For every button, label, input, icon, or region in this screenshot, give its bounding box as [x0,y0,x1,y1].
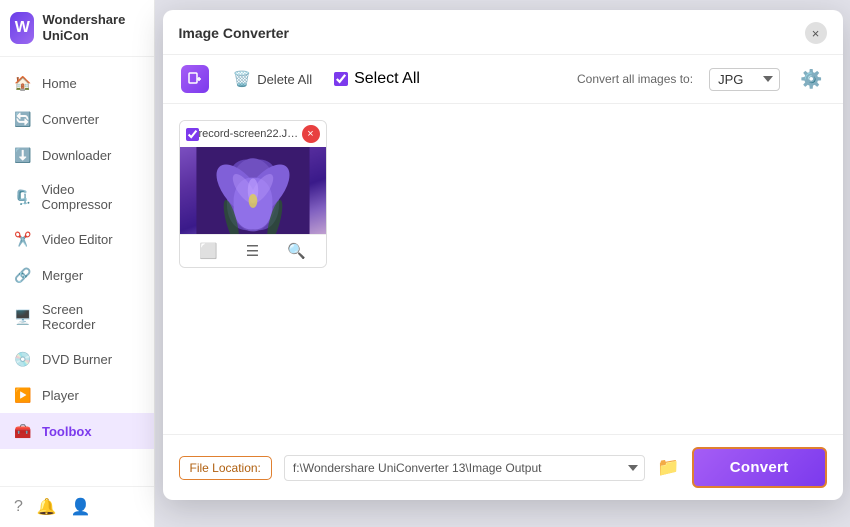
nav-label-dvd-burner: DVD Burner [42,352,112,367]
toolbox-icon: 🧰 [14,422,32,440]
select-all-row: Select All [334,70,420,88]
bell-icon[interactable]: 🔔 [37,497,57,517]
delete-all-button[interactable]: 🗑️ Delete All [227,66,319,92]
sidebar-item-video-editor[interactable]: ✂️ Video Editor [0,221,154,257]
sidebar-item-downloader[interactable]: ⬇️ Downloader [0,137,154,173]
dialog-toolbar: 🗑️ Delete All Select All Convert all ima… [163,55,843,104]
nav-label-screen-recorder: Screen Recorder [42,302,140,332]
settings-button[interactable]: ⚙️ [796,67,826,92]
dialog-overlay: Image Converter × 🗑️ Delete [155,0,850,527]
downloader-icon: ⬇️ [14,146,32,164]
logo-letter: W [15,19,30,37]
add-files-icon [181,65,209,93]
sidebar-item-toolbox[interactable]: 🧰 Toolbox [0,413,154,449]
nav-label-home: Home [42,76,77,91]
trash-icon: 🗑️ [233,70,252,88]
home-icon: 🏠 [14,74,32,92]
sidebar-item-home[interactable]: 🏠 Home [0,65,154,101]
sidebar-item-converter[interactable]: 🔄 Converter [0,101,154,137]
delete-all-label: Delete All [257,72,312,87]
account-icon[interactable]: 👤 [71,497,91,517]
app-logo: W [10,12,34,44]
merger-icon: 🔗 [14,266,32,284]
image-card-header: record-screen22.JPG × [180,121,326,147]
dialog: Image Converter × 🗑️ Delete [163,10,843,500]
nav-label-merger: Merger [42,268,83,283]
select-all-checkbox[interactable] [334,72,348,86]
sidebar-item-player[interactable]: ▶️ Player [0,377,154,413]
video-compressor-icon: 🗜️ [14,188,31,206]
card-actions: ⬜ ☰ 🔍 [180,234,326,267]
dialog-title: Image Converter [179,25,289,41]
main-content: Image Converter × 🗑️ Delete [155,0,850,527]
screen-recorder-icon: 🖥️ [14,308,32,326]
card-checkbox[interactable] [186,128,199,141]
card-image-area [180,147,326,234]
convert-all-label: Convert all images to: [577,72,693,86]
dialog-content: record-screen22.JPG × [163,104,843,434]
sidebar-nav: 🏠 Home 🔄 Converter ⬇️ Downloader 🗜️ Vide… [0,57,154,486]
nav-label-video-compressor: Video Compressor [41,182,140,212]
nav-label-video-editor: Video Editor [42,232,113,247]
convert-button[interactable]: Convert [692,447,827,488]
card-filename: record-screen22.JPG [199,128,302,140]
sidebar-footer: ? 🔔 👤 [0,486,154,527]
image-card: record-screen22.JPG × [179,120,327,268]
select-all-label: Select All [354,70,420,88]
add-files-button[interactable] [179,63,211,95]
card-crop-button[interactable]: ⬜ [193,240,224,262]
dialog-titlebar: Image Converter × [163,10,843,55]
nav-label-player: Player [42,388,79,403]
card-zoom-button[interactable]: 🔍 [281,240,312,262]
folder-button[interactable]: 📁 [657,457,679,478]
dvd-burner-icon: 💿 [14,350,32,368]
file-path-select[interactable]: f:\Wondershare UniConverter 13\Image Out… [284,455,645,481]
nav-label-converter: Converter [42,112,99,127]
help-icon[interactable]: ? [14,498,23,516]
file-location-label: File Location: [179,456,272,480]
dialog-footer: File Location: f:\Wondershare UniConvert… [163,434,843,500]
sidebar: W Wondershare UniCon 🏠 Home 🔄 Converter … [0,0,155,527]
format-select[interactable]: JPG PNG BMP TIFF WEBP [709,68,780,91]
sidebar-item-merger[interactable]: 🔗 Merger [0,257,154,293]
card-close-button[interactable]: × [302,125,320,143]
sidebar-header: W Wondershare UniCon [0,0,154,57]
card-image-svg [180,147,326,234]
video-editor-icon: ✂️ [14,230,32,248]
nav-label-toolbox: Toolbox [42,424,92,439]
converter-icon: 🔄 [14,110,32,128]
sidebar-item-dvd-burner[interactable]: 💿 DVD Burner [0,341,154,377]
app-title: Wondershare UniCon [42,12,144,43]
sidebar-item-screen-recorder[interactable]: 🖥️ Screen Recorder [0,293,154,341]
dialog-close-button[interactable]: × [805,22,827,44]
card-settings-button[interactable]: ☰ [240,240,265,262]
sidebar-item-video-compressor[interactable]: 🗜️ Video Compressor [0,173,154,221]
player-icon: ▶️ [14,386,32,404]
nav-label-downloader: Downloader [42,148,111,163]
